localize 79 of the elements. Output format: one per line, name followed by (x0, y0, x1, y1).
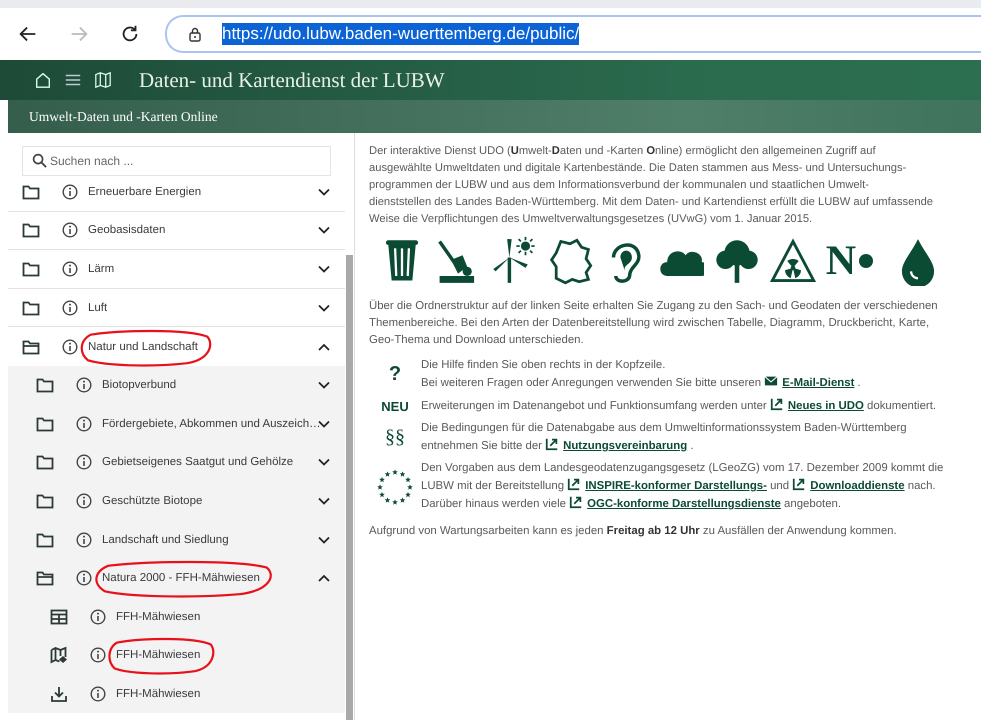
overview-paragraph: Über die Ordnerstruktur auf der linken Seite erhalten Sie Zugang zu den Sach- und Geodaten der verschiedenen Themenbereiche. Bei den Arten der Datenbereitstellung wird zwischen Tabelle, Diagramm, Druckbericht, Karte, Geo-Thema und Download unterschieden. (369, 298, 939, 348)
info-text: Darüber hinaus werden viele OGC-konforme Darstellungsdienste angeboten. (421, 495, 944, 513)
table-icon (50, 608, 68, 626)
tree-item-label: Lärm (88, 262, 114, 275)
page-title: Daten- und Kartendienst der LUBW (139, 68, 445, 92)
address-bar[interactable]: https://udo.lubw.baden-wuerttemberg.de/public/ (165, 15, 981, 53)
folder-icon (36, 376, 54, 394)
tree-item-label: FFH-Mähwiesen (116, 688, 200, 700)
folder-icon (36, 414, 54, 433)
external-link-icon (569, 495, 584, 509)
info-icon[interactable] (62, 338, 78, 355)
tree-item-label: Fördergebiete, Abkommen und Auszeich… (102, 418, 321, 430)
symbol-label: ? (388, 366, 402, 383)
symbol-label: §§ (385, 429, 405, 446)
map-icon (50, 646, 68, 664)
tree-item-label: FFH-Mähwiesen (116, 610, 200, 623)
folder-icon (36, 530, 54, 549)
info-icon[interactable] (62, 300, 78, 316)
info-icon[interactable] (62, 222, 78, 238)
info-icon[interactable] (90, 647, 106, 664)
url-text: https://udo.lubw.baden-wuerttemberg.de/public/ (222, 23, 580, 45)
link[interactable]: Neues in UDO (770, 400, 864, 412)
download-icon (50, 685, 68, 704)
folder-icon (36, 453, 54, 472)
info-icon[interactable] (76, 416, 92, 432)
link[interactable]: INSPIRE-konformer Darstellungs- (567, 480, 767, 492)
tree-item-label: Geobasisdaten (88, 224, 166, 236)
open-folder-icon (22, 338, 40, 356)
info-icon[interactable] (62, 260, 78, 277)
external-link-icon (545, 437, 560, 451)
tree-item-label: Landschaft und Siedlung (102, 534, 229, 546)
folder-icon (22, 260, 40, 278)
map-icon[interactable] (94, 71, 112, 89)
info-icon[interactable] (76, 570, 92, 586)
info-icon[interactable] (76, 532, 92, 548)
info-text: Die Bedingungen für die Datenabgabe aus dem Umweltinformationssystem Baden-Württemberg (421, 421, 907, 436)
info-icon[interactable] (76, 493, 92, 510)
wind-turbine-icon (490, 236, 537, 286)
folder-icon (22, 298, 40, 317)
intro-paragraph: Der interaktive Dienst UDO (Umwelt-Daten und -Karten Online) ermöglicht den allgemeinen Zugriff auf ausgewählte Umweltdaten und digitale Kartenbestände. Die Daten stammen aus Mess- und Untersuchungs- programmen der LUBW und aus dem Informationsverbund der kommunalen und staatlichen Umwelt- dienststellen des Landes Baden-Württemberg. Mit dem Daten- und Kartendienst erfüllt die LUBW auf umfassende Weise die Verpflichtungen des Umweltverwaltungsgesetzes (UVwG) vom 1. Januar 2015. (369, 144, 934, 227)
info-icon[interactable] (62, 184, 78, 200)
tree-item-label: Geschützte Biotope (102, 495, 202, 508)
tree-item-label: Gebietseigenes Saatgut und Gehölze (102, 456, 294, 468)
envelope-icon (764, 374, 778, 388)
info-icon[interactable] (76, 454, 92, 470)
info-text: Bei weiteren Fragen oder Anregungen verwenden Sie bitte unseren E-Mail-Dienst . (421, 374, 861, 392)
tree-item-label: Natur und Landschaft (88, 340, 198, 353)
lock-icon (187, 26, 203, 42)
scrollbar-thumb[interactable] (346, 255, 353, 720)
tree-item-label: FFH-Mähwiesen (116, 649, 200, 662)
link[interactable]: Nutzungsvereinbarung (545, 440, 688, 452)
info-text: Erweiterungen im Datenangebot und Funktionsumfang werden unter Neues in UDO dokumentiert. (421, 397, 936, 415)
info-icon[interactable] (76, 377, 92, 394)
info-icon[interactable] (90, 686, 106, 702)
tree-item-label: Natura 2000 - FFH-Mähwiesen (102, 572, 260, 584)
link[interactable]: Downloaddienste (792, 480, 905, 492)
tree-item-label: Erneuerbare Energien (88, 186, 202, 198)
link[interactable]: OGC-konforme Darstellungsdienste (569, 498, 781, 510)
page-subtitle: Umwelt-Daten und -Karten Online (29, 108, 218, 124)
tree-item-label: Luft (88, 302, 108, 314)
info-text: Die Hilfe finden Sie oben rechts in der Kopfzeile. (421, 358, 666, 373)
external-link-icon (770, 397, 784, 411)
home-icon[interactable] (34, 71, 52, 89)
folder-icon (22, 182, 40, 201)
open-folder-icon (36, 569, 54, 588)
search-field[interactable]: Suchen nach ... (22, 146, 331, 176)
email-link[interactable]: E-Mail-Dienst (764, 377, 854, 389)
external-link-icon (792, 477, 806, 491)
info-icon[interactable] (90, 608, 106, 625)
folder-icon (22, 221, 40, 240)
info-text: Den Vorgaben aus dem Landesgeodatenzugangsgesetz (LGeoZG) vom 17. Dezember 2009 kommt die (421, 461, 944, 476)
search-icon (32, 153, 47, 168)
info-text: LUBW mit der Bereitstellung INSPIRE-konformer Darstellungs- und Downloaddienste nach. (421, 477, 944, 495)
info-text: entnehmen Sie bitte der Nutzungsvereinbarung . (421, 437, 907, 455)
external-link-icon (567, 477, 582, 491)
tree-item-label: Biotopverbund (102, 379, 176, 392)
symbol-label: NEU (381, 398, 409, 414)
notice-text: Aufgrund von Wartungsarbeiten kann es jeden Freitag ab 12 Uhr zu Ausfällen der Anwendung kommen. (369, 524, 898, 539)
folder-icon (36, 492, 54, 510)
